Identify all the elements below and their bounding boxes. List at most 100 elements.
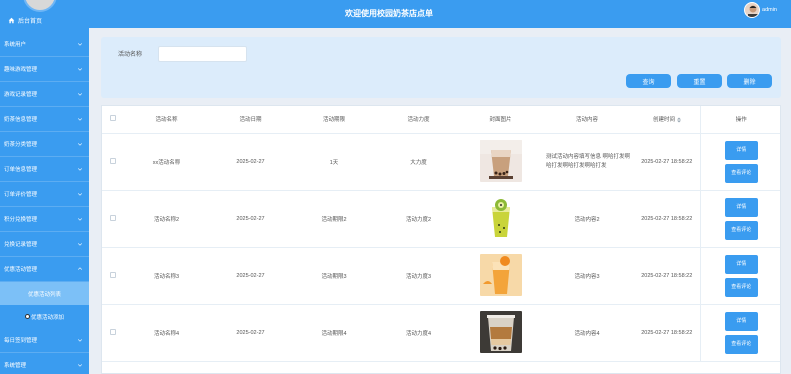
cell-name: xx活动名称 [124,133,209,191]
cell-strength: 活动力度3 [376,247,461,305]
cell-content: 活动内容2 [540,190,634,248]
top-header: 欢迎使用校园奶茶店点单 admin [89,0,791,28]
user-avatar-icon [748,5,759,17]
detail-button[interactable]: 详情 [724,254,758,274]
sidebar-item-milktea-info[interactable]: 奶茶信息管理 [0,107,89,132]
page-title: 欢迎使用校园奶茶店点单 [345,9,433,18]
column-header: 活动日期 [209,106,292,134]
cell-created: 2025-02-27 18:58:22 [634,304,700,362]
user-menu[interactable]: admin [744,2,777,18]
cell-created: 2025-02-27 18:58:22 [634,247,700,305]
view-reviews-button[interactable]: 查看评论 [724,334,758,354]
avatar [744,2,761,18]
search-panel: 活动名称 查询 重置 删除 [101,37,781,98]
row-checkbox[interactable] [110,214,116,221]
sidebar-item-label: 游戏记录管理 [4,92,38,98]
row-checkbox-cell [102,304,124,362]
sidebar-item-label: 优惠活动管理 [4,267,38,273]
cell-created: 2025-02-27 18:58:22 [634,133,700,191]
column-header: 活动名称 [124,106,209,134]
sidebar-item-milktea-category[interactable]: 奶茶分类管理 [0,132,89,157]
select-all-checkbox[interactable] [110,115,116,122]
cell-content: 活动内容3 [540,247,634,305]
milktea-cup-image [479,139,522,182]
orange-drink-image [479,253,522,296]
cell-actions: 详情 查看评论 [699,133,780,191]
sidebar-item-label: 每日签到管理 [4,338,38,344]
chevron-down-icon [77,193,83,196]
cell-strength: 活动力度4 [376,304,461,362]
row-checkbox-cell [102,190,124,248]
sidebar-item-system-management[interactable]: 系统管理 [0,353,89,374]
home-icon [8,17,15,23]
column-header: 活动力度 [376,106,461,134]
delete-button[interactable]: 删除 [727,74,772,88]
chevron-down-icon [77,339,83,342]
table-row: 活动名称3 2025-02-27 活动期限3 活动力度3 活动内容3 2025-… [102,247,780,305]
sidebar: 后台首页 系统用户 趣味游戏管理 游戏记录管理 奶茶信息管理 奶茶分类管理 订单… [0,0,89,374]
column-header: 活动期限 [292,106,376,134]
cell-strength: 大力度 [376,133,461,191]
sidebar-item-label: 订单信息管理 [4,167,38,173]
cell-date: 2025-02-27 [209,247,292,305]
sidebar-subitem-promotion-add[interactable]: 优惠活动添加 [0,305,89,328]
select-all-cell [102,106,124,134]
row-checkbox[interactable] [110,271,116,278]
cell-date: 2025-02-27 [209,190,292,248]
cell-cover [461,247,540,305]
chevron-down-icon [77,43,83,46]
chevron-down-icon [77,118,83,121]
cell-period: 活动期限3 [292,247,376,305]
row-checkbox[interactable] [110,157,116,164]
cell-content: 测试活动内容填写信息 啊哈打发啊哈打发啊哈打发啊哈打发 [540,133,634,191]
sidebar-item-label: 趣味游戏管理 [4,67,38,73]
view-reviews-button[interactable]: 查看评论 [724,220,758,240]
chevron-down-icon [77,93,83,96]
cell-name: 活动名称3 [124,247,209,305]
view-reviews-button[interactable]: 查看评论 [724,277,758,297]
cell-period: 活动期限2 [292,190,376,248]
sidebar-item-orders[interactable]: 订单信息管理 [0,157,89,182]
sidebar-item-exchange-records[interactable]: 兑换记录管理 [0,232,89,257]
column-header: 活动内容 [540,106,634,134]
sidebar-item-system-users[interactable]: 系统用户 [0,32,89,57]
sidebar-item-game-records[interactable]: 游戏记录管理 [0,82,89,107]
activity-name-input[interactable] [158,46,247,62]
table-header-row: 活动名称 活动日期 活动期限 活动力度 封面图片 活动内容 创建时间 操作 [102,106,780,134]
chevron-down-icon [77,218,83,221]
mouse-cursor-icon [24,314,30,319]
boba-tea-image [479,310,522,353]
cell-cover [461,190,540,248]
row-checkbox-cell [102,247,124,305]
sidebar-home-link[interactable]: 后台首页 [8,14,42,26]
sidebar-item-daily-checkin[interactable]: 每日签到管理 [0,328,89,353]
row-checkbox[interactable] [110,328,116,335]
chevron-down-icon [77,364,83,367]
detail-button[interactable]: 详情 [724,311,758,331]
detail-button[interactable]: 详情 [724,140,758,160]
sidebar-item-promotions[interactable]: 优惠活动管理 [0,257,89,282]
cell-cover [461,304,540,362]
chevron-down-icon [77,143,83,146]
cell-actions: 详情 查看评论 [699,190,780,248]
chevron-down-icon [77,68,83,71]
sidebar-item-label: 系统管理 [4,363,27,369]
column-header-label: 创建时间 [652,117,675,124]
column-header: 操作 [699,106,780,134]
sidebar-item-label: 奶茶分类管理 [4,142,38,148]
username: admin [762,7,777,13]
sidebar-subitem-promotion-list[interactable]: 优惠活动列表 [0,282,89,305]
query-button[interactable]: 查询 [626,74,671,88]
sidebar-item-label: 积分兑换管理 [4,217,38,223]
sidebar-item-games[interactable]: 趣味游戏管理 [0,57,89,82]
sidebar-item-order-reviews[interactable]: 订单评价管理 [0,182,89,207]
sidebar-item-points-exchange[interactable]: 积分兑换管理 [0,207,89,232]
chevron-down-icon [77,168,83,171]
cell-strength: 活动力度2 [376,190,461,248]
column-header-created[interactable]: 创建时间 [634,106,700,134]
view-reviews-button[interactable]: 查看评论 [724,163,758,183]
detail-button[interactable]: 详情 [724,197,758,217]
cell-cover [461,133,540,191]
sort-icon[interactable] [676,117,681,123]
reset-button[interactable]: 重置 [677,74,722,88]
